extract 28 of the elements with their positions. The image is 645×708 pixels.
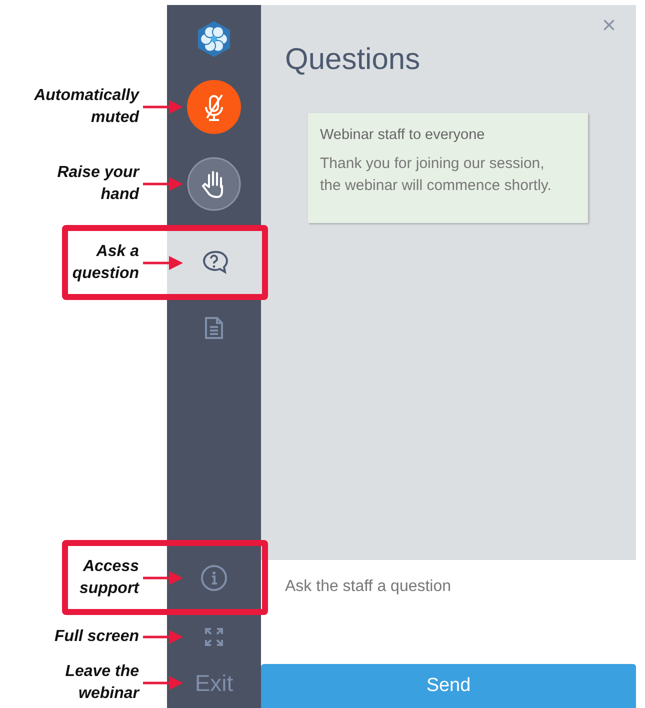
logo-icon [195, 20, 233, 58]
pointer-arrow [143, 176, 183, 190]
panel-title: Questions [285, 43, 422, 77]
pointer-arrow [143, 100, 183, 114]
pointer-arrow [143, 630, 183, 644]
annotation-label: Raise your hand [57, 162, 139, 204]
fullscreen-icon[interactable] [204, 626, 224, 646]
pointer-arrow [143, 256, 183, 270]
annotation-label: Leave the webinar [65, 662, 139, 704]
pointer-arrow [143, 676, 183, 690]
document-icon[interactable] [204, 316, 224, 340]
hand-icon[interactable] [187, 156, 241, 210]
info-icon[interactable] [200, 564, 228, 592]
annotation-label: Ask a question [72, 242, 139, 284]
exit-link[interactable]: Exit [194, 670, 234, 696]
annotation-label: Access support [79, 556, 139, 598]
muted-mic-icon[interactable] [187, 80, 241, 134]
send-button[interactable]: Send [261, 664, 636, 708]
sidebar-item[interactable] [167, 142, 261, 225]
question-bubble-icon[interactable] [200, 250, 228, 276]
annotation-label: Full screen [54, 626, 139, 646]
sidebar-item[interactable]: Exit [167, 658, 261, 708]
annotation-label: Automatically muted [34, 86, 139, 128]
close-button[interactable]: × [596, 11, 622, 41]
pointer-arrow [143, 570, 183, 584]
sidebar-item[interactable] [167, 5, 261, 72]
message-text: Thank you for joining our session, the webinar will commence shortly. [320, 154, 552, 196]
message-sender: Webinar staff to everyone [320, 127, 486, 143]
